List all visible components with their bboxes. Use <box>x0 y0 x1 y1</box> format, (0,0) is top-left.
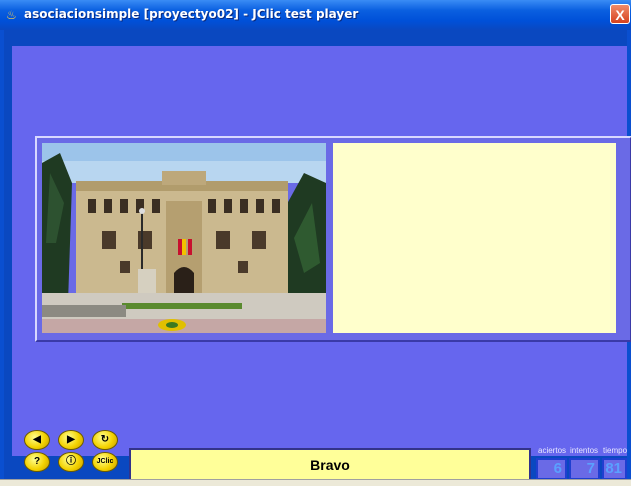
window-titlebar: ♨ asociacionsimple [proyectyo02] - JClic… <box>0 0 631 30</box>
jclic-logo-button[interactable]: JClic <box>92 452 118 472</box>
jclic-logo: JClic <box>96 458 114 465</box>
aciertos-counter: 6 <box>536 458 567 480</box>
answer-cell[interactable] <box>333 143 616 333</box>
activity-canvas: ◀ ▶ ↻ ? ⓘ JClic Bravo aciertos intentos … <box>12 46 631 482</box>
activity-panel <box>35 136 631 342</box>
info-button[interactable]: ⓘ <box>58 452 84 472</box>
help-button[interactable]: ? <box>24 452 50 472</box>
arrow-left-icon: ◀ <box>33 434 41 445</box>
intentos-label: intentos <box>570 446 599 455</box>
building-image <box>42 143 326 333</box>
aciertos-label: aciertos <box>538 446 567 455</box>
tiempo-counter: 81 <box>602 458 627 480</box>
reset-icon: ↻ <box>100 434 110 445</box>
message-box: Bravo <box>129 448 531 482</box>
source-image-cell[interactable] <box>42 143 326 333</box>
question-icon: ? <box>33 456 41 467</box>
info-icon: ⓘ <box>66 456 76 467</box>
arrow-right-icon: ▶ <box>67 434 75 445</box>
java-app-icon: ♨ <box>6 8 17 22</box>
tiempo-label: tiempo <box>603 446 628 455</box>
intentos-counter: 7 <box>569 458 600 480</box>
window-frame: ◀ ▶ ↻ ? ⓘ JClic Bravo aciertos intentos … <box>0 30 631 482</box>
reset-activity-button[interactable]: ↻ <box>92 430 118 450</box>
window-title: asociacionsimple [proyectyo02] - JClic t… <box>24 7 359 21</box>
previous-activity-button[interactable]: ◀ <box>24 430 50 450</box>
close-button[interactable]: X <box>610 4 630 24</box>
next-activity-button[interactable]: ▶ <box>58 430 84 450</box>
